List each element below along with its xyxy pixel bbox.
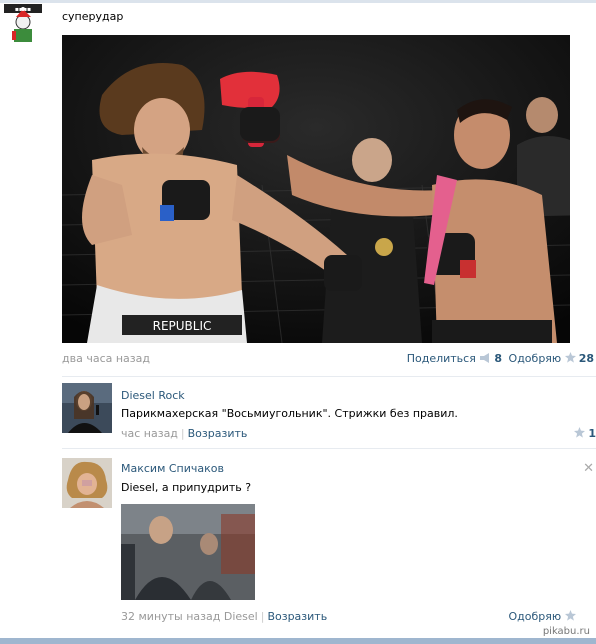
post-meta-row: два часа назад Поделиться 8 Одобряю 28 <box>62 352 594 366</box>
bottom-bar <box>0 638 596 644</box>
separator-bar: | <box>180 427 185 440</box>
share-count: 8 <box>494 352 502 365</box>
svg-text:REPUBLIC: REPUBLIC <box>153 319 212 333</box>
comment-photo[interactable] <box>121 504 255 600</box>
comment-like-label: Одобряю <box>508 610 562 623</box>
comment-author-name[interactable]: Максим Спичаков <box>121 462 224 475</box>
post-text: суперудар <box>62 10 124 23</box>
share-button[interactable]: Поделиться 8 <box>407 352 502 366</box>
share-label: Поделиться <box>406 352 476 365</box>
comment-time[interactable]: час назад <box>121 427 178 440</box>
comment-meta: час назад | Возразить <box>121 427 247 440</box>
divider <box>62 376 596 377</box>
like-count: 28 <box>578 352 594 365</box>
separator-bar: | <box>260 610 265 623</box>
comment-meta: 32 минуты назад Diesel | Возразить <box>121 610 327 623</box>
comment-like-button[interactable]: 1 <box>573 427 596 441</box>
divider <box>62 448 596 449</box>
watermark: pikabu.ru <box>542 626 590 637</box>
star-icon <box>573 427 585 441</box>
comment-text: Парикмахерская "Восьмиугольник". Стрижки… <box>121 407 458 420</box>
star-icon <box>565 610 576 624</box>
megaphone-icon <box>479 353 491 366</box>
comment-like-button[interactable]: Одобряю <box>509 610 576 624</box>
comment-avatar[interactable] <box>62 383 112 433</box>
post-time[interactable]: два часа назад <box>62 352 150 365</box>
close-icon[interactable]: ✕ <box>583 461 594 476</box>
comment-like-count: 1 <box>588 427 596 440</box>
reply-to-name[interactable]: Diesel <box>224 610 258 623</box>
star-icon <box>564 352 576 366</box>
post-photo[interactable]: REPUBLIC <box>62 35 570 343</box>
post-author-avatar[interactable]: ▪▪▪▪ <box>4 4 42 42</box>
comment-avatar[interactable] <box>62 458 112 508</box>
reply-link[interactable]: Возразить <box>188 427 248 440</box>
like-button[interactable]: Одобряю 28 <box>509 352 594 366</box>
comment-author-name[interactable]: Diesel Rock <box>121 389 185 402</box>
reply-link[interactable]: Возразить <box>267 610 327 623</box>
top-divider <box>0 0 596 3</box>
comment-text: Diesel, а припудрить ? <box>121 481 252 494</box>
comment-time[interactable]: 32 минуты назад <box>121 610 220 623</box>
like-label: Одобряю <box>508 352 562 365</box>
